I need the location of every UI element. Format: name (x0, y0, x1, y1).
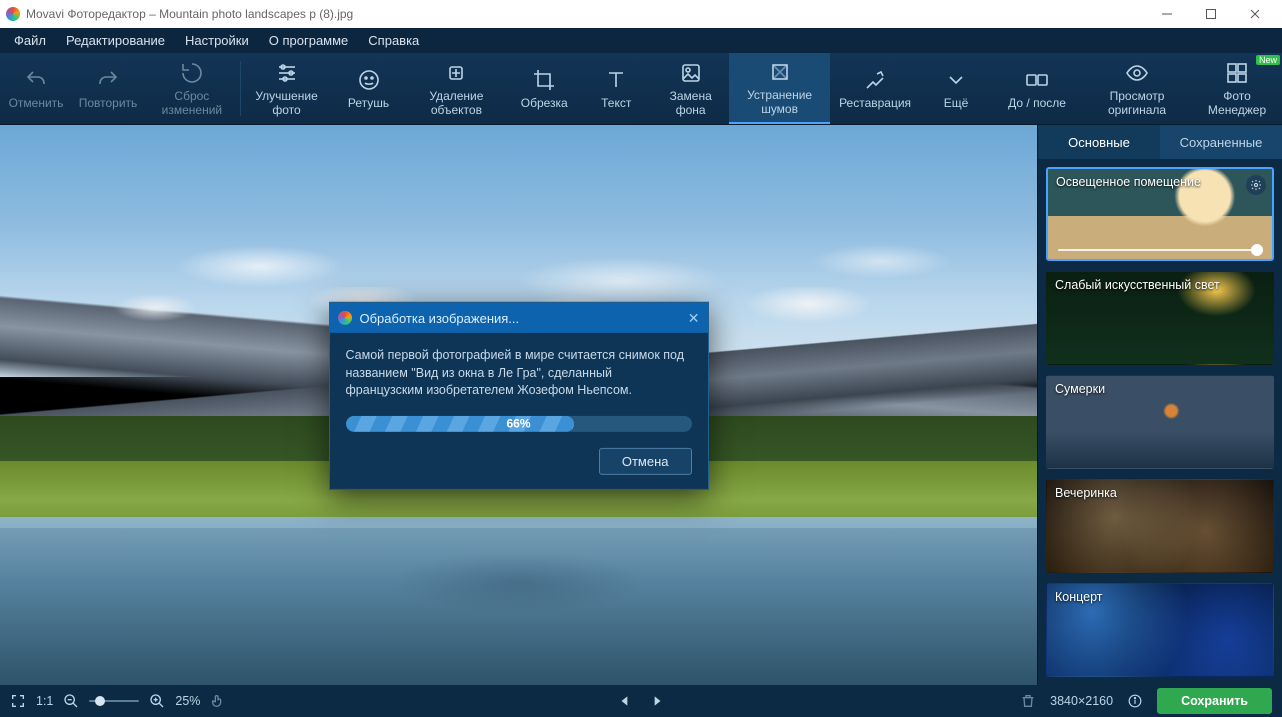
denoise-button[interactable]: Устранение шумов (729, 53, 830, 124)
preset-label: Вечеринка (1055, 486, 1245, 501)
prev-image-button[interactable] (617, 693, 633, 709)
dialog-logo-icon (338, 311, 352, 325)
sliders-icon (274, 60, 300, 86)
crop-icon (531, 67, 557, 93)
maximize-button[interactable] (1190, 0, 1232, 28)
preset-item[interactable]: Освещенное помещение (1046, 167, 1274, 261)
next-image-button[interactable] (649, 693, 665, 709)
hand-icon[interactable] (210, 693, 226, 709)
undo-icon (23, 67, 49, 93)
preset-label: Освещенное помещение (1056, 175, 1244, 190)
grid-icon (1224, 60, 1250, 86)
more-button[interactable]: Ещё (920, 53, 992, 124)
crop-button[interactable]: Обрезка (508, 53, 580, 124)
image-canvas[interactable]: Обработка изображения... ✕ Самой первой … (0, 125, 1037, 685)
fullscreen-icon[interactable] (10, 693, 26, 709)
cancel-button[interactable]: Отмена (599, 447, 692, 474)
preset-item[interactable]: Концерт (1046, 583, 1274, 677)
preset-gear-icon[interactable] (1246, 175, 1266, 195)
change-bg-button[interactable]: Замена фона (652, 53, 729, 124)
dialog-close-button[interactable]: ✕ (688, 309, 700, 326)
zoom-in-icon[interactable] (149, 693, 165, 709)
chevron-down-icon (943, 67, 969, 93)
progress-percent: 66% (506, 415, 530, 431)
dialog-fact-text: Самой первой фотографией в мире считаетс… (346, 347, 692, 400)
redo-icon (95, 67, 121, 93)
restore-button[interactable]: Реставрация (830, 53, 920, 124)
window-titlebar: Movavi Фоторедактор – Mountain photo lan… (0, 0, 1282, 28)
preset-item[interactable]: Вечеринка (1046, 479, 1274, 573)
processing-dialog: Обработка изображения... ✕ Самой первой … (329, 302, 709, 490)
preset-item[interactable]: Слабый искусственный свет (1046, 271, 1274, 365)
main-toolbar: Отменить Повторить Сброс изменений Улучш… (0, 53, 1282, 125)
trash-icon[interactable] (1020, 693, 1036, 709)
restore-icon (862, 67, 888, 93)
undo-button[interactable]: Отменить (0, 53, 72, 124)
preset-item[interactable]: Сумерки (1046, 375, 1274, 469)
menu-about[interactable]: О программе (259, 30, 359, 51)
preset-list: Освещенное помещение Слабый искусственный… (1038, 159, 1282, 685)
image-dimensions: 3840×2160 (1050, 694, 1113, 708)
minimize-button[interactable] (1146, 0, 1188, 28)
status-bar: 1:1 25% 3840×2160 Сохранить (0, 685, 1282, 717)
compare-icon (1024, 67, 1050, 93)
enhance-button[interactable]: Улучшение фото (241, 53, 333, 124)
preset-label: Сумерки (1055, 382, 1245, 397)
eye-icon (1124, 60, 1150, 86)
progress-fill (346, 415, 574, 431)
reset-button[interactable]: Сброс изменений (144, 53, 240, 124)
preset-tabs: Основные Сохраненные (1038, 125, 1282, 159)
menu-bar: Файл Редактирование Настройки О программ… (0, 28, 1282, 53)
background-icon (678, 60, 704, 86)
view-original-button[interactable]: Просмотр оригинала (1082, 53, 1192, 124)
menu-file[interactable]: Файл (4, 30, 56, 51)
new-badge: New (1256, 55, 1280, 65)
dialog-title: Обработка изображения... (360, 310, 520, 325)
progress-bar: 66% (346, 415, 692, 431)
photo-manager-button[interactable]: New Фото Менеджер (1192, 53, 1282, 124)
zoom-slider[interactable] (89, 700, 139, 702)
before-after-button[interactable]: До / после (992, 53, 1082, 124)
close-button[interactable] (1234, 0, 1276, 28)
save-button[interactable]: Сохранить (1157, 688, 1272, 714)
face-icon (356, 67, 382, 93)
info-icon[interactable] (1127, 693, 1143, 709)
sparkle-icon (443, 60, 469, 86)
zoom-percent: 25% (175, 694, 200, 708)
remove-objects-button[interactable]: Удаление объектов (405, 53, 509, 124)
noise-icon (767, 59, 793, 85)
side-panel: Основные Сохраненные Освещенное помещени… (1037, 125, 1282, 685)
dialog-titlebar: Обработка изображения... ✕ (330, 303, 708, 333)
preset-label: Слабый искусственный свет (1055, 278, 1245, 293)
menu-edit[interactable]: Редактирование (56, 30, 175, 51)
fit-label[interactable]: 1:1 (36, 694, 53, 708)
zoom-out-icon[interactable] (63, 693, 79, 709)
retouch-button[interactable]: Ретушь (333, 53, 405, 124)
menu-help[interactable]: Справка (358, 30, 429, 51)
tab-saved[interactable]: Сохраненные (1160, 125, 1282, 159)
reset-icon (179, 60, 205, 86)
preset-label: Концерт (1055, 590, 1245, 605)
menu-settings[interactable]: Настройки (175, 30, 259, 51)
redo-button[interactable]: Повторить (72, 53, 144, 124)
window-title: Movavi Фоторедактор – Mountain photo lan… (26, 7, 353, 21)
text-button[interactable]: Текст (580, 53, 652, 124)
text-icon (603, 67, 629, 93)
tab-main[interactable]: Основные (1038, 125, 1160, 159)
preset-intensity-slider[interactable] (1058, 249, 1262, 251)
app-logo-icon (6, 7, 20, 21)
